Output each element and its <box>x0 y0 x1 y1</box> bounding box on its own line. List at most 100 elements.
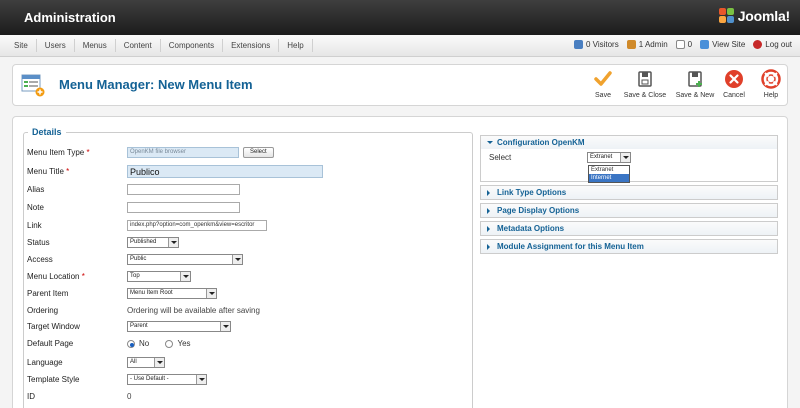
link-type-options-header[interactable]: Link Type Options <box>481 186 777 199</box>
status-admin: 1 Admin <box>626 40 668 49</box>
visitors-count: 0 Visitors <box>585 40 619 49</box>
dropdown-option-internet[interactable]: Internet <box>589 174 629 182</box>
visitors-icon <box>573 40 583 49</box>
menu-content[interactable]: Content <box>116 39 161 52</box>
module-assignment-panel: Module Assignment for this Menu Item <box>480 239 778 254</box>
template-style-value: - Use Default - <box>130 376 169 382</box>
required-marker: * <box>86 148 90 157</box>
target-window-select[interactable]: Parent <box>127 321 231 332</box>
row-parent-item: Parent Item Menu Item Root <box>27 288 467 300</box>
view-site-label: View Site <box>712 40 746 49</box>
menu-site[interactable]: Site <box>6 39 37 52</box>
save-new-button[interactable]: Save & New <box>673 69 717 99</box>
access-select[interactable]: Public <box>127 254 243 265</box>
link-type-options-title: Link Type Options <box>497 188 567 197</box>
logout-label: Log out <box>765 40 792 49</box>
config-select-dropdown: Extranet Internet <box>588 165 630 183</box>
status-bar: 0 Visitors 1 Admin 0 View Site Log out <box>573 40 792 49</box>
metadata-options-title: Metadata Options <box>497 224 565 233</box>
cancel-button[interactable]: Cancel <box>721 69 747 99</box>
page-display-options-header[interactable]: Page Display Options <box>481 204 777 217</box>
note-label: Note <box>27 203 44 212</box>
default-page-no[interactable]: No <box>127 339 149 348</box>
menu-item-type-field: OpenKM file browser <box>127 147 239 158</box>
config-openkm-panel: Configuration OpenKM Select Extranet Ext… <box>480 135 778 183</box>
status-messages[interactable]: 0 <box>675 40 693 49</box>
menu-item-type-label-text: Menu Item Type <box>27 148 85 157</box>
save-button[interactable]: Save <box>591 69 615 99</box>
details-legend: Details <box>32 127 62 137</box>
menu-menus[interactable]: Menus <box>75 39 116 52</box>
metadata-options-panel: Metadata Options <box>480 221 778 236</box>
chevron-down-icon <box>220 322 230 331</box>
admin-header: Administration Joomla! <box>0 0 800 35</box>
page-title: Menu Manager: New Menu Item <box>59 77 253 92</box>
config-openkm-header[interactable]: Configuration OpenKM <box>481 136 777 149</box>
target-window-value: Parent <box>130 323 148 329</box>
metadata-options-header[interactable]: Metadata Options <box>481 222 777 235</box>
parent-item-select[interactable]: Menu Item Root <box>127 288 217 299</box>
chevron-down-icon <box>232 255 242 264</box>
menu-extensions[interactable]: Extensions <box>223 39 280 52</box>
save-close-icon <box>638 71 652 87</box>
alias-input[interactable] <box>127 184 240 195</box>
config-openkm-title: Configuration OpenKM <box>497 138 585 147</box>
row-default-page: Default Page No Yes <box>27 338 467 350</box>
admin-count: 1 Admin <box>638 40 668 49</box>
help-button[interactable]: Help <box>759 69 783 99</box>
default-page-radios: No Yes <box>127 339 205 350</box>
page-display-options-panel: Page Display Options <box>480 203 778 218</box>
row-status: Status Published <box>27 237 467 249</box>
ordering-label: Ordering <box>27 306 59 315</box>
alias-label: Alias <box>27 185 45 194</box>
view-site-icon <box>700 40 710 49</box>
joomla-logo[interactable]: Joomla! <box>718 8 790 24</box>
expanded-arrow-icon <box>487 141 493 147</box>
main-content: Details Menu Item Type * OpenKM file bro… <box>12 116 788 408</box>
default-page-yes[interactable]: Yes <box>165 339 191 348</box>
row-menu-item-type: Menu Item Type * OpenKM file browser Sel… <box>27 147 467 159</box>
ordering-note: Ordering will be available after saving <box>127 306 260 315</box>
template-style-select[interactable]: - Use Default - <box>127 374 207 385</box>
messages-icon <box>675 40 685 49</box>
chevron-down-icon <box>206 289 216 298</box>
menu-title-label-text: Menu Title <box>27 167 64 176</box>
logout-link[interactable]: Log out <box>753 40 792 49</box>
collapsed-arrow-icon <box>487 207 493 214</box>
menu-users[interactable]: Users <box>37 39 75 52</box>
logout-icon <box>753 40 763 49</box>
main-menu-bar: Site Users Menus Content Components Exte… <box>0 35 800 57</box>
messages-count: 0 <box>687 40 693 49</box>
language-select[interactable]: All <box>127 357 165 368</box>
menu-location-select[interactable]: Top <box>127 271 191 282</box>
save-close-button[interactable]: Save & Close <box>621 69 669 99</box>
row-menu-location: Menu Location * Top <box>27 271 467 283</box>
chevron-down-icon <box>620 153 630 162</box>
radio-icon <box>165 339 174 348</box>
menu-title-input[interactable]: Publico <box>127 165 323 178</box>
row-note: Note <box>27 202 467 214</box>
status-label: Status <box>27 238 50 247</box>
view-site-link[interactable]: View Site <box>700 40 745 49</box>
menu-location-label: Menu Location * <box>27 272 85 281</box>
save-label: Save <box>595 92 611 99</box>
menu-components[interactable]: Components <box>161 39 224 52</box>
menu-help[interactable]: Help <box>279 39 313 52</box>
save-close-label: Save & Close <box>623 92 667 99</box>
admin-icon <box>626 40 636 49</box>
target-window-label: Target Window <box>27 322 80 331</box>
module-assignment-header[interactable]: Module Assignment for this Menu Item <box>481 240 777 253</box>
row-target-window: Target Window Parent <box>27 321 467 333</box>
select-type-button[interactable]: Select <box>243 147 274 158</box>
dropdown-option-extranet[interactable]: Extranet <box>589 166 629 174</box>
default-page-yes-label: Yes <box>177 339 191 348</box>
template-style-label: Template Style <box>27 375 80 384</box>
config-select[interactable]: Extranet <box>587 152 631 163</box>
note-input[interactable] <box>127 202 240 213</box>
link-label: Link <box>27 221 42 230</box>
row-access: Access Public <box>27 254 467 266</box>
parent-item-label: Parent Item <box>27 289 69 298</box>
status-select[interactable]: Published <box>127 237 179 248</box>
config-select-label: Select <box>489 153 512 162</box>
help-icon <box>761 69 781 89</box>
